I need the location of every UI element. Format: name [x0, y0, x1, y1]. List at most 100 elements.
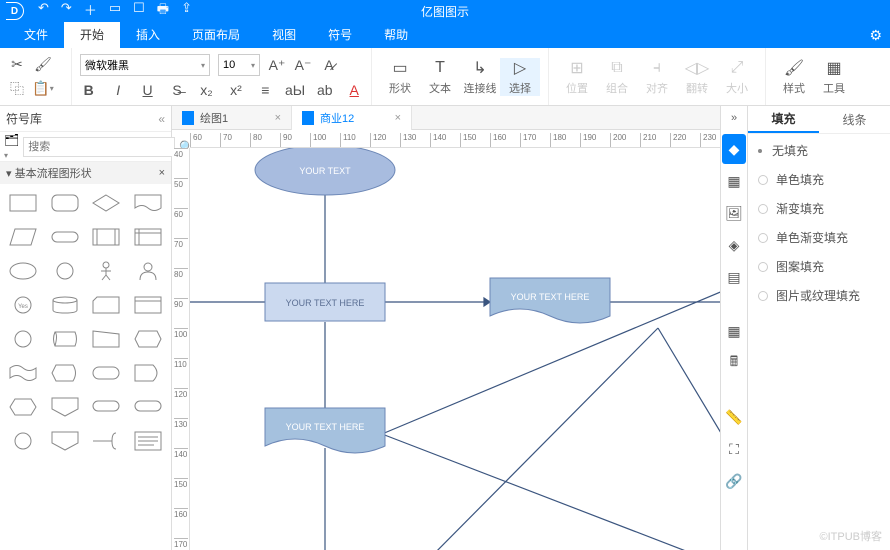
paste-icon[interactable]: 📋▾ — [34, 80, 52, 98]
subscript-icon[interactable]: x₂ — [198, 81, 215, 99]
font-color-icon[interactable]: A — [346, 81, 363, 99]
shape-actor[interactable] — [89, 258, 123, 284]
shape-stored[interactable] — [131, 292, 165, 318]
superscript-icon[interactable]: x² — [227, 81, 244, 99]
close-category-icon[interactable]: × — [159, 167, 165, 179]
clear-format-icon[interactable]: A̷ — [320, 56, 338, 74]
shape-offpage[interactable] — [48, 394, 82, 420]
menu-start[interactable]: 开始 — [64, 22, 120, 48]
menu-help[interactable]: 帮助 — [368, 22, 424, 48]
shape-display[interactable] — [48, 360, 82, 386]
shape-note[interactable] — [131, 428, 165, 454]
fill-picture[interactable]: 图片或纹理填充 — [758, 287, 880, 304]
shape-card[interactable] — [89, 292, 123, 318]
shapes-category[interactable]: ▾ 基本流程图形状 × — [0, 162, 171, 184]
shape-terminator2[interactable] — [48, 224, 82, 250]
shape-circle[interactable] — [48, 258, 82, 284]
tab-business12[interactable]: 商业12 × — [292, 106, 412, 130]
collapse-icon[interactable]: « — [158, 112, 165, 126]
open-icon[interactable]: ▭ — [109, 0, 121, 22]
style-button[interactable]: 🖌样式 — [774, 58, 814, 96]
fill-none[interactable]: 无填充 — [758, 142, 880, 159]
menu-view[interactable]: 视图 — [256, 22, 312, 48]
shape-cylinder[interactable] — [48, 326, 82, 352]
fill-solid[interactable]: 单色填充 — [758, 171, 880, 188]
shape-predefined[interactable] — [89, 224, 123, 250]
bold-icon[interactable]: B — [80, 81, 97, 99]
undo-icon[interactable]: ↶ — [38, 0, 49, 22]
canvas[interactable]: YOUR TEXT YOUR TEXT HERE YOUR TEXT HERE … — [190, 148, 720, 550]
text-button[interactable]: T文本 — [420, 58, 460, 96]
settings-icon[interactable]: ⚙ — [869, 27, 882, 44]
menu-file[interactable]: 文件 — [8, 22, 64, 48]
shape-rounded[interactable] — [48, 190, 82, 216]
strike-icon[interactable]: S̶ — [168, 81, 185, 99]
shape-pentagon[interactable] — [48, 428, 82, 454]
italic-icon[interactable]: I — [109, 81, 126, 99]
decrease-font-icon[interactable]: A⁻ — [294, 56, 312, 74]
menu-symbol[interactable]: 符号 — [312, 22, 368, 48]
shape-parallelogram[interactable] — [6, 224, 40, 250]
shape-ellipse[interactable] — [6, 258, 40, 284]
text-case-icon[interactable]: aЫ — [286, 81, 304, 99]
close-tab-icon[interactable]: × — [275, 112, 281, 124]
new-icon[interactable]: ＋ — [84, 0, 97, 22]
shape-rect[interactable] — [6, 190, 40, 216]
font-select[interactable]: 微软雅黑▾ — [80, 54, 210, 76]
tools-button[interactable]: ▦工具 — [814, 58, 854, 96]
shape-user[interactable] — [131, 258, 165, 284]
font-size-select[interactable]: 10▾ — [218, 54, 260, 76]
rail-calc-icon[interactable]: 🖩 — [722, 348, 746, 378]
expand-icon[interactable]: » — [731, 112, 737, 124]
select-button[interactable]: ▷选择 — [500, 58, 540, 96]
shape-hexagon[interactable] — [6, 394, 40, 420]
connector-button[interactable]: ↳连接线 — [460, 58, 500, 96]
fill-mono-gradient[interactable]: 单色渐变填充 — [758, 229, 880, 246]
rail-grid-icon[interactable]: ▦ — [722, 166, 746, 196]
shape-terminator3[interactable] — [89, 360, 123, 386]
shape-bracket[interactable] — [89, 428, 123, 454]
shape-decision[interactable] — [89, 190, 123, 216]
shape-tape[interactable] — [6, 360, 40, 386]
search-input[interactable] — [23, 137, 175, 157]
save-icon[interactable]: ☐ — [133, 0, 145, 22]
bullet-icon[interactable]: ≡ — [257, 81, 274, 99]
rail-page-icon[interactable]: ▤ — [722, 262, 746, 292]
shape-button[interactable]: ▭形状 — [380, 58, 420, 96]
copy-icon[interactable]: ⿻ — [8, 80, 26, 98]
rail-table-icon[interactable]: ▦ — [722, 316, 746, 346]
underline-icon[interactable]: U — [139, 81, 156, 99]
shape-loop[interactable] — [131, 326, 165, 352]
rail-link-icon[interactable]: 🔗 — [722, 466, 746, 496]
shape-database[interactable] — [48, 292, 82, 318]
shape-delay[interactable] — [131, 360, 165, 386]
cut-icon[interactable]: ✂ — [8, 55, 26, 73]
highlight-icon[interactable]: ab — [316, 81, 333, 99]
rail-image-icon[interactable]: 🖼 — [722, 198, 746, 228]
shape-circle2[interactable] — [6, 428, 40, 454]
shape-yes[interactable]: Yes — [6, 292, 40, 318]
rail-ruler-icon[interactable]: 📏 — [722, 402, 746, 432]
fill-pattern[interactable]: 图案填充 — [758, 258, 880, 275]
redo-icon[interactable]: ↷ — [61, 0, 72, 22]
close-tab-icon[interactable]: × — [395, 112, 401, 124]
shape-connector[interactable] — [6, 326, 40, 352]
prop-tab-line[interactable]: 线条 — [819, 106, 890, 133]
fill-gradient[interactable]: 渐变填充 — [758, 200, 880, 217]
shape-manual[interactable] — [89, 326, 123, 352]
increase-font-icon[interactable]: A⁺ — [268, 56, 286, 74]
shape-document[interactable] — [131, 190, 165, 216]
shape-pill2[interactable] — [131, 394, 165, 420]
rail-fill-icon[interactable]: ◆ — [722, 134, 746, 164]
menu-insert[interactable]: 插入 — [120, 22, 176, 48]
print-icon[interactable]: 🖶 — [157, 0, 169, 22]
format-painter-icon[interactable]: 🖌 — [34, 55, 52, 73]
tab-drawing1[interactable]: 绘图1 × — [172, 106, 292, 130]
prop-tab-fill[interactable]: 填充 — [748, 106, 819, 133]
rail-layers-icon[interactable]: ◈ — [722, 230, 746, 260]
shape-internal[interactable] — [131, 224, 165, 250]
export-icon[interactable]: ⇪ — [181, 0, 192, 22]
library-icon[interactable]: 🗂▾ — [4, 133, 19, 161]
shape-pill[interactable] — [89, 394, 123, 420]
rail-expand-icon[interactable]: ⛶ — [722, 434, 746, 464]
